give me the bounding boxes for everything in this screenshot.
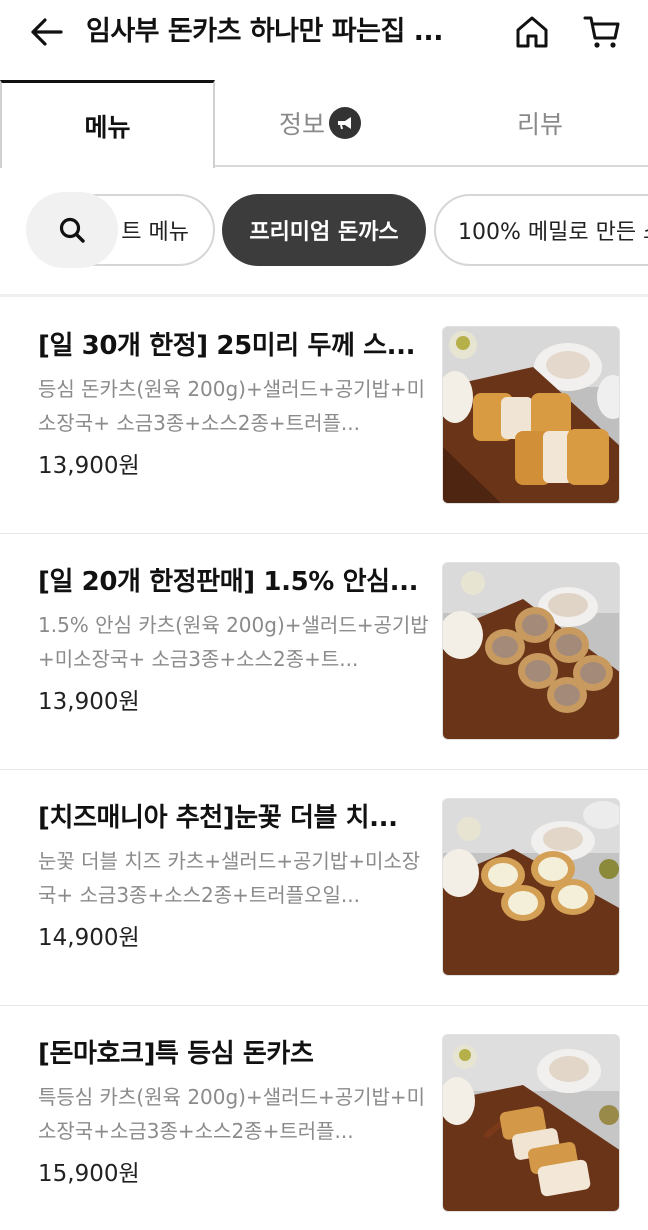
arrow-left-icon	[31, 18, 63, 46]
menu-item-description: 특등심 카츠(원육 200g)+샐러드+공기밥+미소장국+소금3종+소스2종+트…	[38, 1085, 426, 1143]
menu-item[interactable]: [치즈매니아 추천]눈꽃 더블 치... 눈꽃 더블 치즈 카츠+샐러드+공기밥…	[0, 770, 648, 1006]
tab-bar: 메뉴 정보 리뷰	[0, 80, 648, 168]
menu-item-photo	[442, 798, 620, 976]
tab-review-label: 리뷰	[516, 110, 563, 139]
menu-search-button[interactable]	[26, 192, 118, 268]
menu-item-photo	[442, 1034, 620, 1212]
category-chip-label: 100% 메밀로 만든 소	[458, 220, 648, 245]
menu-item-photo	[442, 326, 620, 504]
menu-item-name: [일 20개 한정판매] 1.5% 안심...	[38, 567, 419, 597]
tab-review[interactable]: 리뷰	[432, 80, 648, 166]
home-button[interactable]	[510, 12, 554, 52]
tab-info[interactable]: 정보	[215, 80, 425, 166]
menu-item-price: 13,900원	[38, 689, 140, 715]
menu-item-price: 15,900원	[38, 1161, 140, 1187]
category-chip-label: 트 메뉴	[121, 220, 189, 245]
menu-item-description: 1.5% 안심 카츠(원육 200g)+샐러드+공기밥+미소장국+ 소금3종+소…	[38, 613, 429, 671]
menu-item-name: [일 30개 한정] 25미리 두께 스...	[38, 331, 416, 361]
back-button[interactable]	[24, 12, 68, 52]
tab-info-label: 정보	[278, 110, 325, 139]
search-icon	[59, 217, 85, 243]
tab-menu-label: 메뉴	[84, 112, 131, 142]
menu-item-photo	[442, 562, 620, 740]
home-icon	[516, 16, 548, 48]
app-header: 임사부 돈카츠 하나만 파는집 ...	[0, 0, 648, 80]
menu-item-description: 등심 돈카츠(원육 200g)+샐러드+공기밥+미소장국+ 소금3종+소스2종+…	[38, 377, 426, 435]
cart-icon	[583, 16, 620, 48]
menu-item[interactable]: [돈마호크]특 등심 돈카츠 특등심 카츠(원육 200g)+샐러드+공기밥+미…	[0, 1006, 648, 1230]
section-divider	[0, 294, 648, 297]
category-chips: 트 메뉴 프리미엄 돈까스 100% 메밀로 만든 소	[0, 166, 648, 296]
menu-item-name: [치즈매니아 추천]눈꽃 더블 치...	[38, 803, 398, 833]
tab-menu[interactable]: 메뉴	[0, 80, 215, 168]
category-chip-buckwheat[interactable]: 100% 메밀로 만든 소	[434, 194, 648, 266]
menu-item-price: 14,900원	[38, 925, 140, 951]
cart-button[interactable]	[580, 12, 624, 52]
menu-item[interactable]: [일 30개 한정] 25미리 두께 스... 등심 돈카츠(원육 200g)+…	[0, 298, 648, 534]
menu-item-name: [돈마호크]특 등심 돈카츠	[38, 1039, 314, 1069]
category-chip-premium[interactable]: 프리미엄 돈까스	[222, 194, 426, 266]
menu-item[interactable]: [일 20개 한정판매] 1.5% 안심... 1.5% 안심 카츠(원육 20…	[0, 534, 648, 770]
store-title: 임사부 돈카츠 하나만 파는집 ...	[86, 16, 443, 47]
menu-item-description: 눈꽃 더블 치즈 카츠+샐러드+공기밥+미소장국+ 소금3종+소스2종+트러플오…	[38, 849, 421, 907]
category-chip-label: 프리미엄 돈까스	[249, 220, 399, 245]
megaphone-icon	[329, 107, 361, 139]
menu-item-price: 13,900원	[38, 453, 140, 479]
